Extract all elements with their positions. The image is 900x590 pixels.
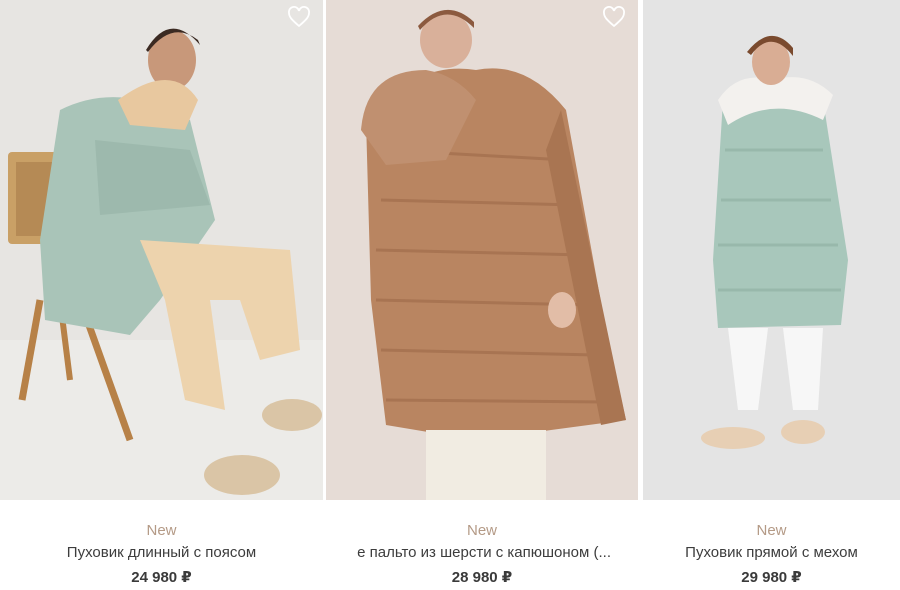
product-info: New Пуховик прямой с мехом 29 980 ₽ [643, 520, 900, 590]
product-title[interactable]: Пуховик длинный с поясом [0, 542, 323, 564]
product-title[interactable]: Пуховик прямой с мехом [643, 542, 900, 564]
favorite-button[interactable] [287, 6, 311, 28]
product-photo[interactable] [326, 0, 638, 500]
product-info: New Пуховик длинный с поясом 24 980 ₽ [0, 520, 323, 590]
favorite-button[interactable] [602, 6, 626, 28]
product-photo[interactable] [643, 0, 900, 500]
new-badge: New [756, 522, 787, 539]
new-badge: New [466, 522, 497, 539]
product-title[interactable]: е пальто из шерсти с капюшоном (... [326, 542, 638, 564]
product-card[interactable]: New е пальто из шерсти с капюшоном (... … [326, 0, 638, 590]
product-card[interactable]: New Пуховик длинный с поясом 24 980 ₽ [0, 0, 323, 590]
model-photo-illustration [326, 0, 638, 500]
product-card[interactable]: New Пуховик прямой с мехом 29 980 ₽ [643, 0, 900, 590]
model-photo-illustration [0, 0, 323, 500]
heart-outline-icon [603, 6, 625, 28]
product-price: 28 980 ₽ [451, 569, 513, 586]
heart-outline-icon [288, 6, 310, 28]
new-badge: New [146, 522, 177, 539]
product-info: New е пальто из шерсти с капюшоном (... … [326, 520, 638, 590]
product-photo[interactable] [0, 0, 323, 500]
model-photo-illustration [643, 0, 900, 500]
product-price: 24 980 ₽ [131, 569, 192, 586]
product-grid: New Пуховик длинный с поясом 24 980 ₽ Ne… [0, 0, 900, 590]
product-price: 29 980 ₽ [741, 569, 802, 586]
